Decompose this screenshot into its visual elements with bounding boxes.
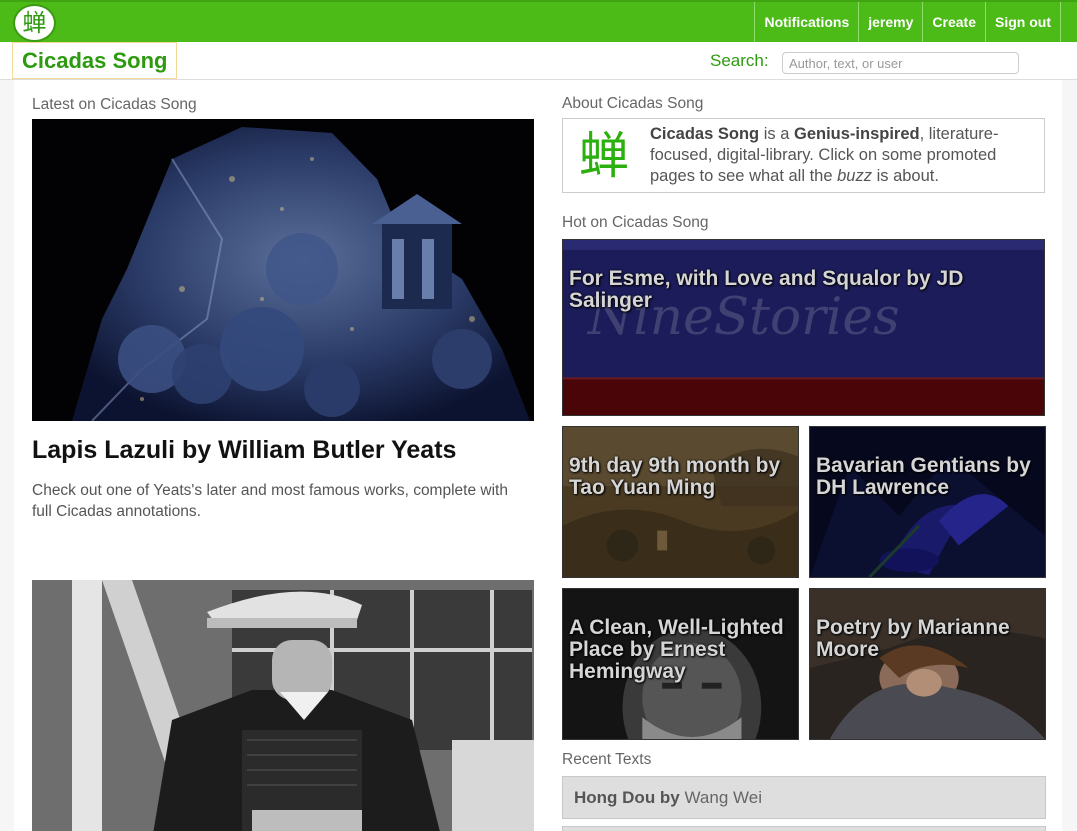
about-genius-inspired: Genius-inspired (793, 125, 920, 143)
hot-tile-title: Bavarian Gentians by DH Lawrence (816, 454, 1031, 499)
recent-text-by: by (655, 788, 685, 807)
top-nav-links: Notifications jeremy Create Sign out (754, 2, 1061, 42)
hot-tile-marianne-moore[interactable]: Poetry by Marianne Moore (809, 588, 1046, 740)
create-link[interactable]: Create (922, 2, 985, 42)
portrait-man-in-cap-illustration (32, 580, 534, 831)
search-label: Search: (710, 51, 769, 70)
sign-out-link[interactable]: Sign out (985, 2, 1061, 42)
gentian-flower-illustration (810, 427, 1045, 577)
hot-tile-title: For Esme, with Love and Squalor by JD Sa… (569, 267, 964, 312)
user-profile-link[interactable]: jeremy (858, 2, 922, 42)
about-section-label: About Cicadas Song (562, 95, 704, 112)
cicada-logo-icon[interactable]: 蝉 (13, 4, 56, 42)
hot-tile-bavarian-gentians[interactable]: Bavarian Gentians by DH Lawrence (809, 426, 1046, 578)
hot-tile-title: 9th day 9th month by Tao Yuan Ming (569, 454, 781, 499)
notifications-link[interactable]: Notifications (754, 2, 858, 42)
cicada-glyph-icon: 蝉 (579, 127, 629, 185)
recent-text-author: Wang Wei (684, 788, 762, 807)
lapis-lazuli-image[interactable] (32, 119, 534, 421)
hot-section-label: Hot on Cicadas Song (562, 214, 709, 231)
about-box: 蝉 Cicadas Song is a Genius-inspired, lit… (562, 118, 1045, 193)
latest-section-label: Latest on Cicadas Song (32, 96, 197, 113)
top-navbar: 蝉 Notifications jeremy Create Sign out (0, 0, 1077, 42)
latest-article-title-link[interactable]: Lapis Lazuli by William Butler Yeats (32, 436, 456, 465)
hot-tile-tao-yuan-ming[interactable]: 9th day 9th month by Tao Yuan Ming (562, 426, 799, 578)
about-text-part-1: is a (759, 125, 794, 143)
chinese-landscape-painting-illustration (563, 427, 798, 577)
author-portrait-image[interactable] (32, 580, 534, 831)
recent-section-label: Recent Texts (562, 751, 652, 768)
recent-text-item-partial[interactable] (562, 826, 1046, 831)
search-input[interactable] (782, 52, 1019, 74)
site-header: Cicadas Song Search: (0, 42, 1077, 80)
lapis-carving-illustration (32, 119, 534, 421)
site-brand-link[interactable]: Cicadas Song (12, 42, 178, 79)
hot-tile-title: Poetry by Marianne Moore (816, 616, 1010, 661)
recent-text-item[interactable]: Hong Dou by Wang Wei (562, 776, 1046, 819)
recent-text-title: Hong Dou (574, 788, 656, 807)
hot-tile-title: A Clean, Well-Lighted Place by Ernest He… (569, 616, 784, 683)
sleeping-woman-painting-illustration (810, 589, 1045, 739)
about-description: Cicadas Song is a Genius-inspired, liter… (650, 124, 1040, 187)
hot-tile-salinger[interactable]: NineStories For Esme, with Love and Squa… (562, 239, 1045, 416)
about-text-part-3: is about. (871, 167, 939, 185)
latest-article-description: Check out one of Yeats's later and most … (32, 482, 508, 520)
about-brand-name: Cicadas Song (650, 125, 760, 143)
about-buzz-word: buzz (837, 167, 872, 185)
hot-tile-hemingway[interactable]: A Clean, Well-Lighted Place by Ernest He… (562, 588, 799, 740)
